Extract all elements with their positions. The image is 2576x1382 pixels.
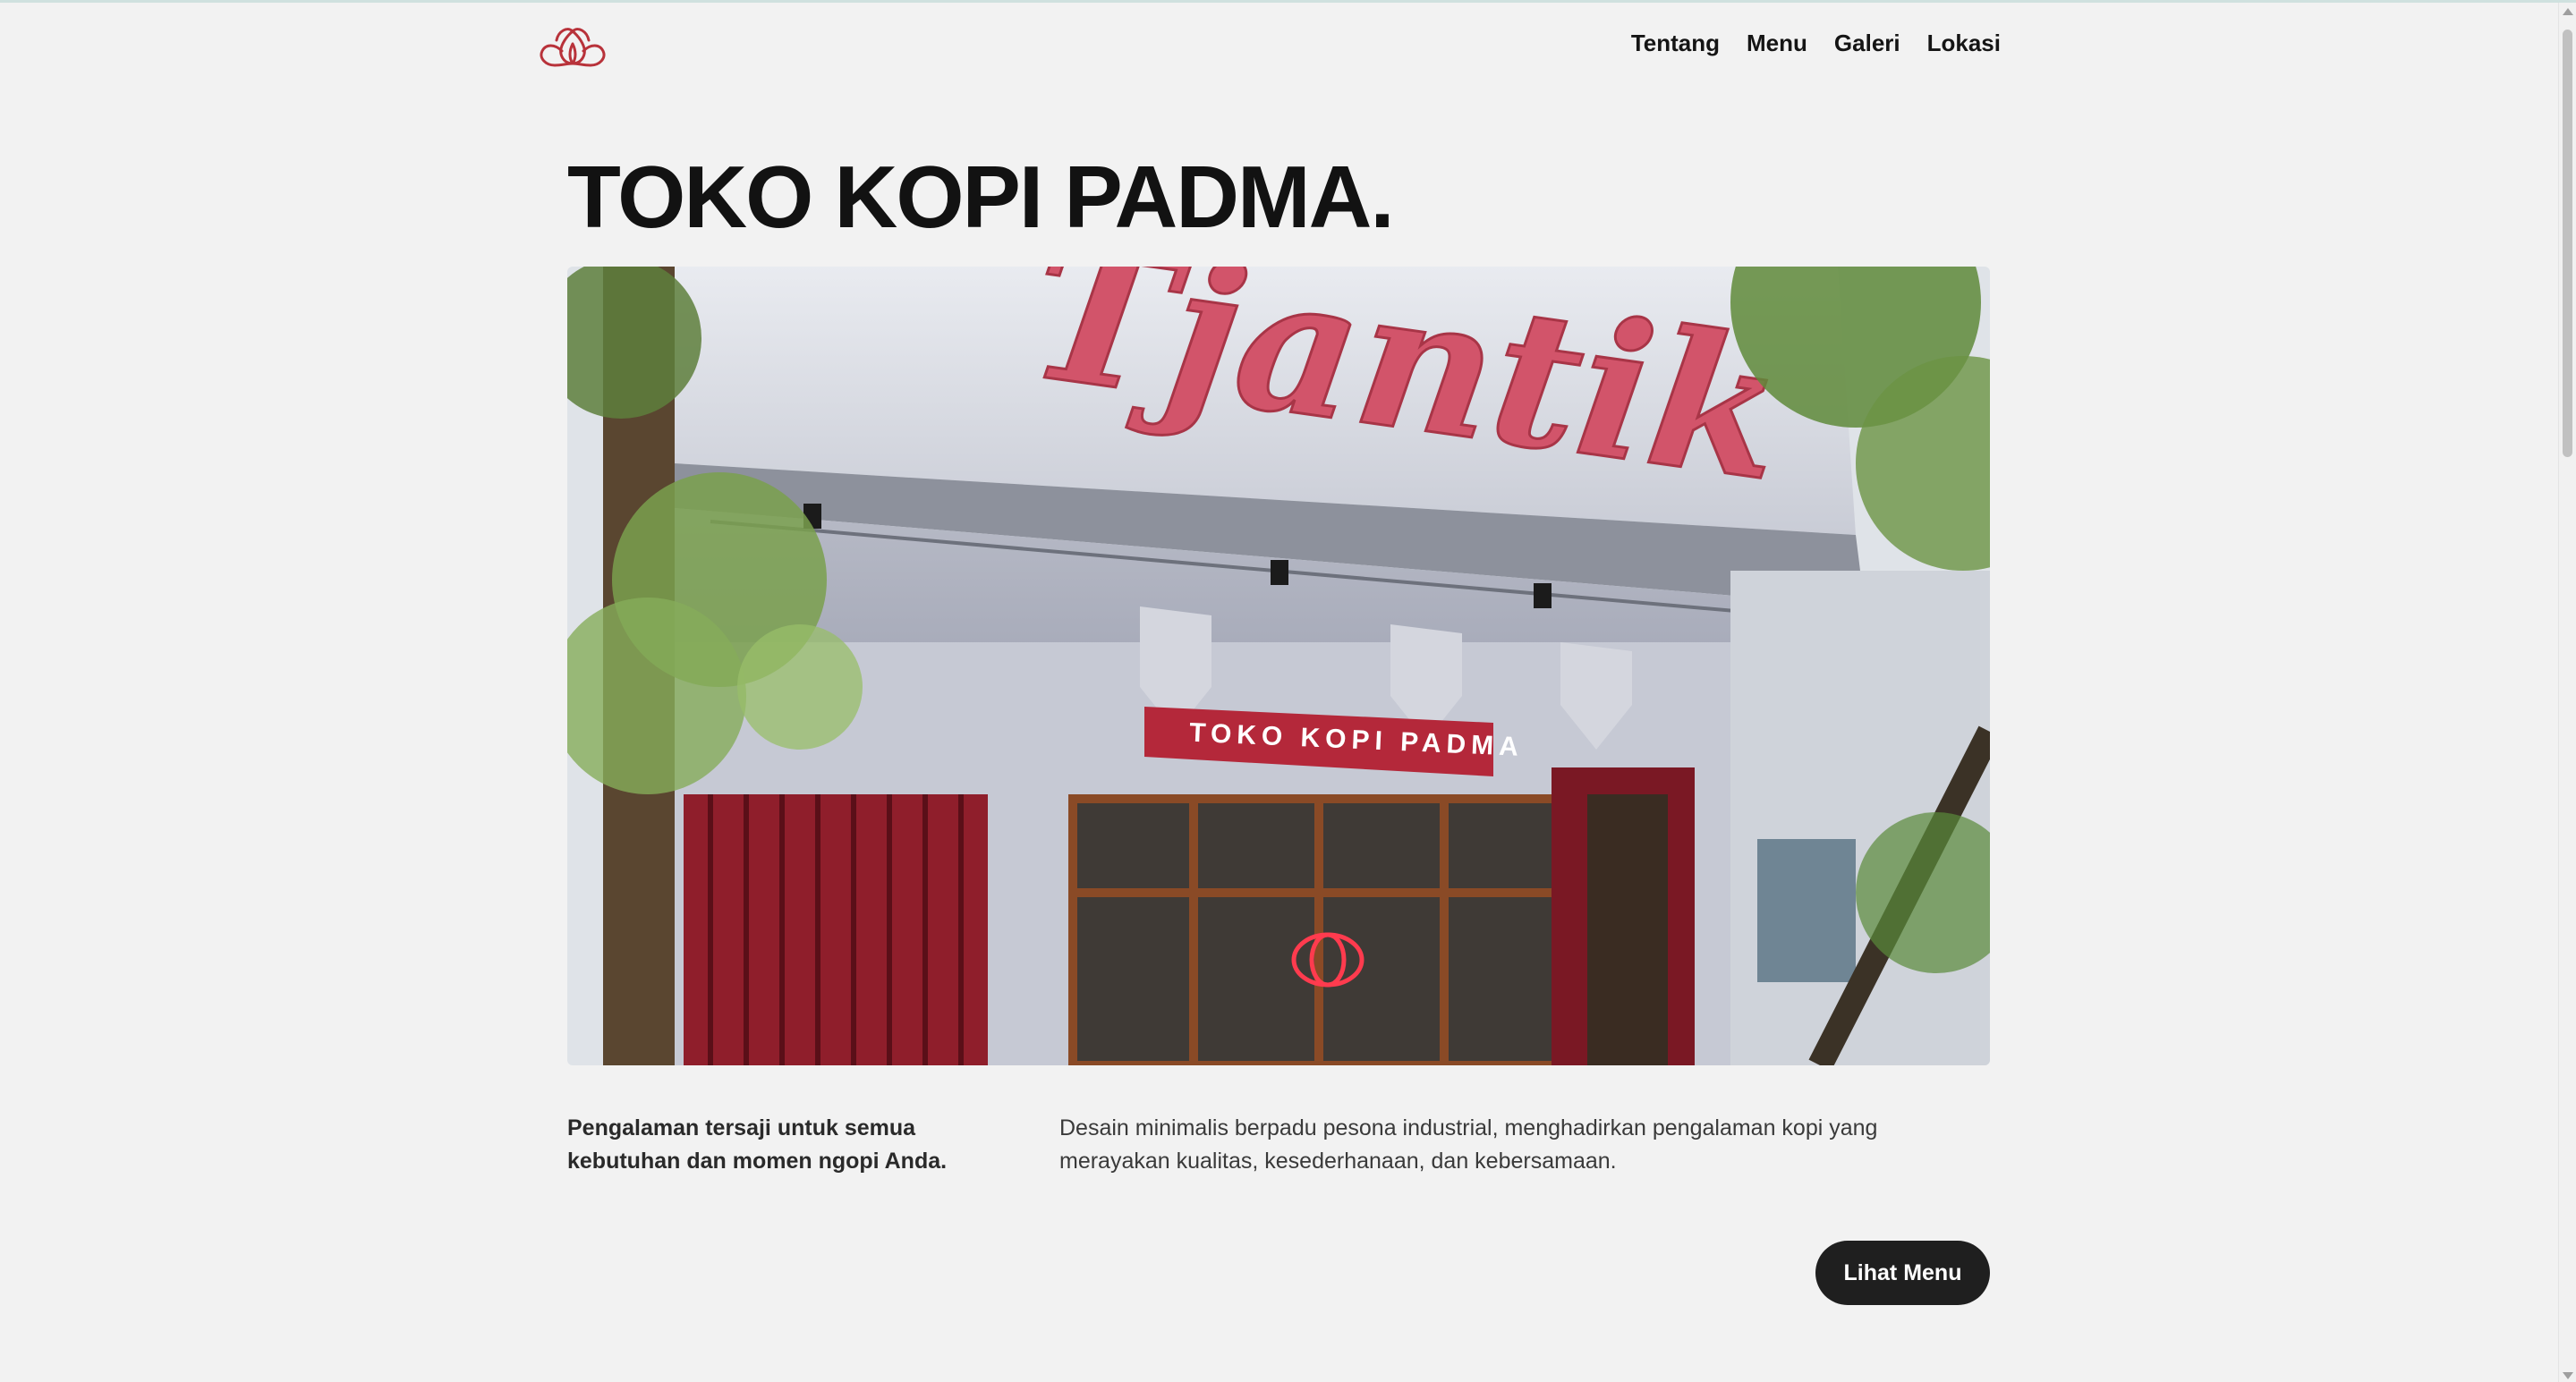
intro-tagline: Pengalaman tersaji untuk semua kebutuhan… bbox=[567, 1115, 948, 1174]
hero-storefront-image: Tjantik TOKO KOPI PADMA bbox=[567, 267, 1990, 1065]
page: Tentang Menu Galeri Lokasi TOKO KOPI PAD… bbox=[0, 0, 2576, 1382]
page-title: TOKO KOPI PADMA. bbox=[567, 148, 1395, 246]
lotus-logo-icon[interactable] bbox=[539, 24, 607, 71]
vertical-scrollbar[interactable] bbox=[2558, 3, 2576, 1382]
scrollbar-thumb[interactable] bbox=[2563, 30, 2572, 457]
scroll-down-icon[interactable] bbox=[2563, 1372, 2573, 1379]
navbar: Tentang Menu Galeri Lokasi bbox=[0, 3, 2559, 92]
nav-link-lokasi[interactable]: Lokasi bbox=[1927, 30, 2001, 57]
nav-link-menu[interactable]: Menu bbox=[1747, 30, 1807, 57]
main-nav: Tentang Menu Galeri Lokasi bbox=[1631, 30, 2001, 57]
nav-link-galeri[interactable]: Galeri bbox=[1834, 30, 1900, 57]
scroll-up-icon[interactable] bbox=[2563, 8, 2573, 15]
nav-link-tentang[interactable]: Tentang bbox=[1631, 30, 1720, 57]
view-menu-button[interactable]: Lihat Menu bbox=[1815, 1241, 1990, 1305]
intro-description: Desain minimalis berpadu pesona industri… bbox=[1059, 1115, 1878, 1174]
